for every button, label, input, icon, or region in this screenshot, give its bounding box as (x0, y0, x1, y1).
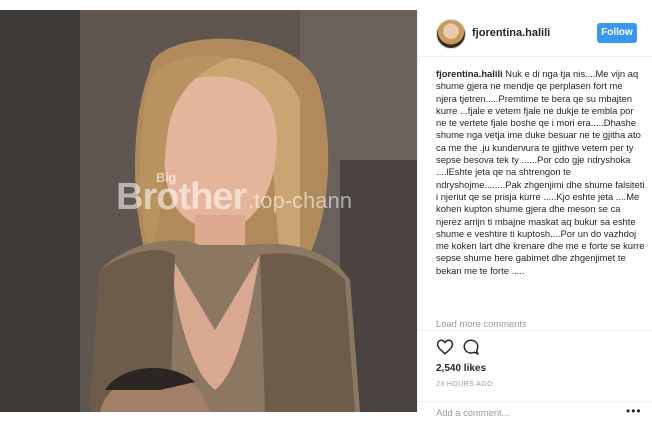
load-more-comments-link[interactable]: Load more comments (436, 318, 527, 329)
post-timestamp[interactable]: 23 HOURS AGO (436, 381, 493, 388)
post-panel: fjorentina.halili Follow fjorentina.hali… (417, 10, 652, 418)
watermark-main: Brother (116, 176, 247, 218)
comment-input[interactable]: Add a comment... (436, 407, 509, 418)
follow-button[interactable]: Follow (597, 23, 637, 43)
actions-section: 2,540 likes 23 HOURS AGO Add a comment..… (418, 330, 652, 418)
caption: fjorentina.halili Nuk e di nga tja nis..… (436, 68, 646, 277)
likes-count[interactable]: 2,540 likes (436, 363, 486, 374)
caption-text: Nuk e di nga tja nis....Me vijn aq shume… (436, 68, 645, 276)
heart-icon[interactable] (436, 338, 454, 356)
watermark-site: .top-chann (248, 188, 352, 213)
post-header: fjorentina.halili Follow (418, 10, 652, 57)
comment-icon[interactable] (462, 338, 480, 356)
avatar[interactable] (436, 19, 466, 49)
instagram-post: Big Brother .top-chann fjorentina.halili… (0, 0, 652, 418)
more-options-icon[interactable]: ••• (626, 404, 642, 418)
post-photo[interactable]: Big Brother .top-chann (0, 10, 417, 412)
header-username[interactable]: fjorentina.halili (472, 27, 550, 39)
caption-username[interactable]: fjorentina.halili (436, 68, 503, 79)
